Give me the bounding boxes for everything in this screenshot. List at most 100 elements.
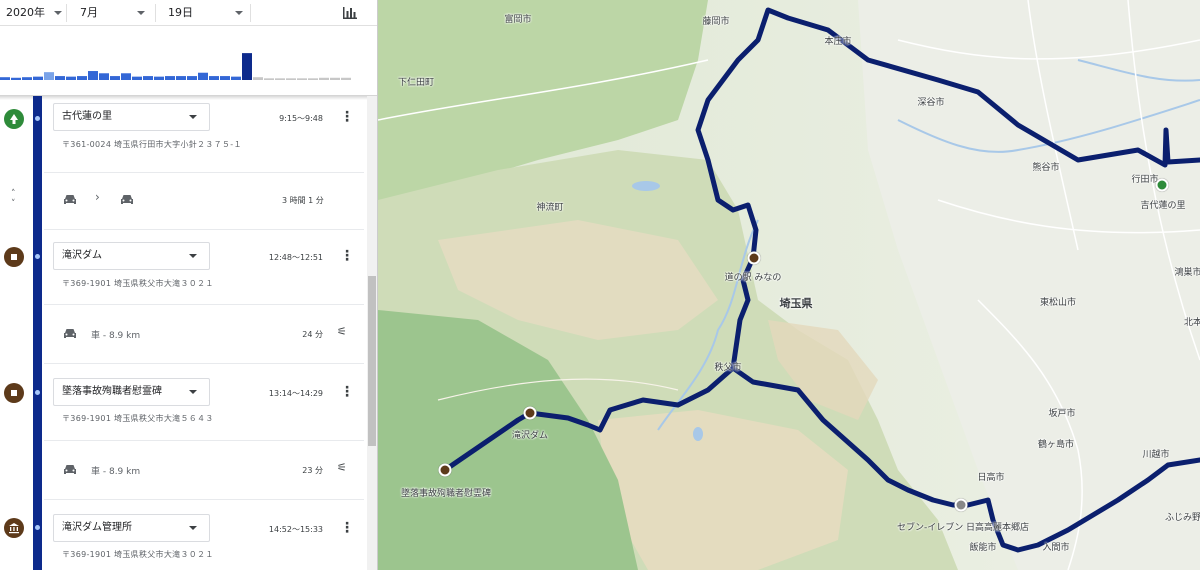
histogram-bar[interactable] <box>77 76 87 80</box>
map-label[interactable]: 神流町 <box>536 200 563 213</box>
car-icon <box>121 195 133 204</box>
map-label[interactable]: 坂戸市 <box>1048 406 1075 419</box>
map-label[interactable]: 飯能市 <box>969 540 996 553</box>
histogram-bar[interactable] <box>11 77 21 80</box>
divider <box>44 440 364 441</box>
divider <box>250 4 251 22</box>
place-select-2[interactable]: 滝沢ダム <box>53 242 210 270</box>
more-vert-icon[interactable]: ⋮ <box>340 109 354 125</box>
map-label[interactable]: 鴻巣市 <box>1174 265 1200 278</box>
more-vert-icon[interactable]: ⋮ <box>340 520 354 536</box>
histogram-bar[interactable] <box>242 53 252 80</box>
scrollbar[interactable] <box>367 96 377 570</box>
histogram-bar[interactable] <box>308 78 318 80</box>
histogram-bar[interactable] <box>297 78 307 80</box>
map-label[interactable]: 行田市 <box>1131 172 1158 185</box>
histogram-bar[interactable] <box>0 77 10 80</box>
museum-icon <box>4 518 24 538</box>
magic-wand-icon[interactable]: ⚟ <box>337 461 347 474</box>
histogram-bar[interactable] <box>275 78 285 80</box>
timeline-panel: 2020年 7月 19日 古代蓮の里 9:15〜9:48 ⋮ 〒361-0024… <box>0 0 378 570</box>
histogram-bar[interactable] <box>264 78 274 80</box>
month-select[interactable]: 7月 <box>80 0 150 26</box>
histogram-bar[interactable] <box>330 77 340 80</box>
chevron-down-icon <box>137 11 145 15</box>
histogram-bar[interactable] <box>187 76 197 80</box>
chevron-down-icon <box>189 526 197 530</box>
map-canvas[interactable] <box>378 0 1200 570</box>
travel-mode: 車 - 8.9 km <box>91 467 141 477</box>
day-select[interactable]: 19日 <box>168 0 243 26</box>
histogram-bar[interactable] <box>66 76 76 80</box>
more-vert-icon[interactable]: ⋮ <box>340 248 354 264</box>
map-label[interactable]: 熊谷市 <box>1032 160 1059 173</box>
lake-1 <box>632 181 660 191</box>
store-icon[interactable] <box>954 498 968 512</box>
map-label[interactable]: 鶴ヶ島市 <box>1038 437 1074 450</box>
map-label[interactable]: 埼玉県 <box>780 295 813 311</box>
map-label[interactable]: 日高市 <box>977 470 1004 483</box>
map-label[interactable]: 深谷市 <box>917 95 944 108</box>
histogram-bar[interactable] <box>88 71 98 80</box>
place-select-0[interactable]: 古代蓮の里 <box>53 103 210 131</box>
histogram-bar[interactable] <box>319 77 329 80</box>
histogram-bar[interactable] <box>341 77 351 80</box>
day-select-value: 19日 <box>168 6 193 19</box>
map-label[interactable]: 滝沢ダム <box>512 428 548 441</box>
map-label[interactable]: 墜落事故殉職者慰霊碑 <box>401 486 491 499</box>
map-label[interactable]: ふじみ野 <box>1165 510 1200 523</box>
map-label[interactable]: 東松山市 <box>1040 295 1076 308</box>
histogram-bar[interactable] <box>44 72 54 80</box>
place-name: 古代蓮の里 <box>62 111 112 122</box>
timeline-dot <box>35 254 40 259</box>
histogram-bar[interactable] <box>231 76 241 80</box>
place-name: 滝沢ダム管理所 <box>62 522 132 533</box>
map-label[interactable]: 吉代蓮の里 <box>1140 198 1185 211</box>
histogram-bar[interactable] <box>209 76 219 80</box>
place-name: 墜落事故殉職者慰霊碑 <box>62 386 162 397</box>
histogram-bar[interactable] <box>121 73 131 80</box>
histogram-bar[interactable] <box>143 76 153 80</box>
histogram-bar[interactable] <box>110 76 120 80</box>
histogram-bar[interactable] <box>165 76 175 80</box>
magic-wand-icon[interactable]: ⚟ <box>337 325 347 338</box>
map-label[interactable]: 富岡市 <box>504 12 531 25</box>
place-address: 〒361-0024 埼玉県行田市大字小針２３７５-１ <box>62 140 242 149</box>
map-label[interactable]: 川越市 <box>1142 447 1169 460</box>
divider <box>44 304 364 305</box>
histogram-bar[interactable] <box>22 77 32 80</box>
map-label[interactable]: セブン-イレブン 日高高麗本郷店 <box>897 520 1029 533</box>
year-select[interactable]: 2020年 <box>6 0 62 26</box>
museum-icon[interactable] <box>523 406 537 420</box>
histogram-bar[interactable] <box>33 76 43 80</box>
map-label[interactable]: 下仁田町 <box>398 75 434 88</box>
map-label[interactable]: 入間市 <box>1042 540 1069 553</box>
histogram-bar[interactable] <box>176 76 186 80</box>
map-label[interactable]: 本庄市 <box>824 34 851 47</box>
expand-toggle-icon[interactable]: ˄ ˅ <box>11 189 16 209</box>
place-select-4[interactable]: 墜落事故殉職者慰霊碑 <box>53 378 210 406</box>
place-select-6[interactable]: 滝沢ダム管理所 <box>53 514 210 542</box>
activity-histogram[interactable] <box>0 26 378 96</box>
histogram-bar[interactable] <box>286 78 296 80</box>
histogram-bar[interactable] <box>220 76 230 80</box>
histogram-bar[interactable] <box>253 77 263 80</box>
stats-button[interactable] <box>342 0 362 26</box>
histogram-bar[interactable] <box>55 76 65 80</box>
stop-icon[interactable] <box>747 251 761 265</box>
more-vert-icon[interactable]: ⋮ <box>340 384 354 400</box>
map-label[interactable]: 北本 <box>1184 315 1200 328</box>
map-label[interactable]: 道の駅 みなの <box>725 270 782 283</box>
histogram-bar[interactable] <box>154 76 164 80</box>
tree-icon[interactable] <box>1155 178 1169 192</box>
stop-icon[interactable] <box>438 463 452 477</box>
map-view[interactable]: 富岡市 藤岡市本庄市下仁田町深谷市熊谷市行田市吉代蓮の里 神流町鴻巣市 道の駅 みなの… <box>378 0 1200 570</box>
scrollbar-thumb[interactable] <box>368 276 376 446</box>
histogram-bar[interactable] <box>132 76 142 80</box>
map-label[interactable]: 藤岡市 <box>702 14 729 27</box>
histogram-bar[interactable] <box>99 73 109 80</box>
header-shadow <box>0 95 377 100</box>
month-select-value: 7月 <box>80 6 98 19</box>
map-label[interactable]: 秩父市 <box>714 360 741 373</box>
histogram-bar[interactable] <box>198 72 208 80</box>
